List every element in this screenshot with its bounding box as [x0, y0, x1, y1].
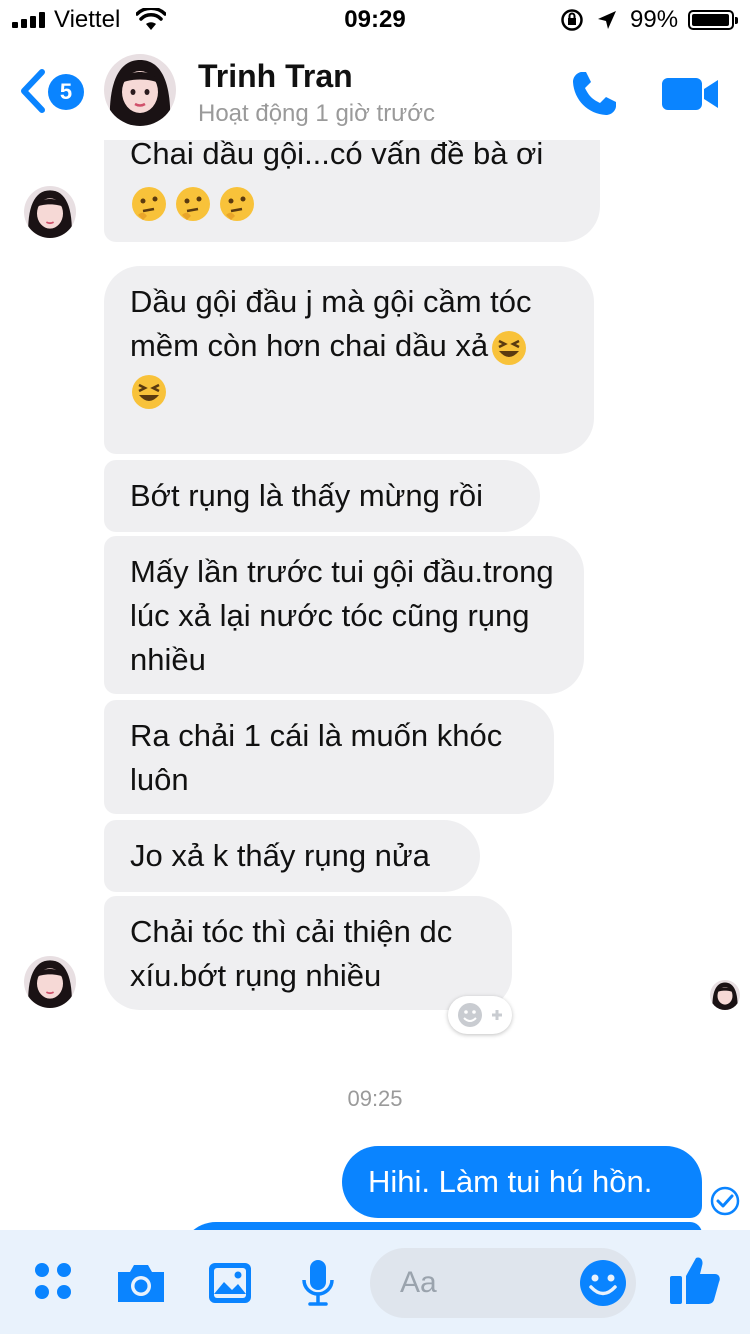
battery-icon: [688, 10, 738, 30]
message-text: Ra chải 1 cái là muốn khóc luôn: [130, 718, 503, 797]
grinning-squint-face-icon: [492, 330, 527, 365]
status-bar: Viettel 09:29 99%: [0, 0, 750, 40]
composer-bar: Aa: [0, 1230, 750, 1334]
incoming-message[interactable]: Jo xả k thấy rụng nửa: [104, 820, 480, 892]
message-text: Chai dầu gội...có vấn đề bà ơi: [130, 140, 544, 171]
activity-status: Hoạt động 1 giờ trước: [198, 100, 435, 127]
thinking-face-icon: [176, 186, 210, 221]
rotation-lock-icon: [561, 9, 583, 31]
thinking-face-icon: [132, 186, 166, 221]
read-receipt-avatar: [710, 980, 740, 1010]
incoming-message[interactable]: Dầu gội đầu j mà gội cầm tóc mềm còn hơn…: [104, 266, 594, 454]
gallery-icon[interactable]: [206, 1260, 254, 1306]
contact-avatar[interactable]: [104, 54, 176, 126]
outgoing-message-partial[interactable]: [180, 1222, 702, 1230]
message-timestamp: 09:25: [347, 1086, 403, 1111]
add-reaction-icon: [458, 1003, 502, 1027]
video-icon: [662, 78, 718, 110]
add-reaction-button[interactable]: [448, 996, 512, 1034]
contact-name: Trinh Tran: [198, 58, 353, 94]
menu-dots-icon[interactable]: [32, 1260, 76, 1304]
message-thread[interactable]: Chai dầu gội...có vấn đề bà ơi Dầu gội đ…: [0, 140, 750, 1230]
conversation-header: 5 Trinh Tran Hoạt động 1 giờ trước: [0, 40, 750, 140]
seen-check-icon: [710, 1186, 740, 1216]
emoji-icon[interactable]: [578, 1258, 628, 1308]
message-input-placeholder: Aa: [400, 1266, 437, 1299]
message-text: Hihi. Làm tui hú hồn.: [368, 1164, 653, 1199]
message-text: Mấy lần trước tui gội đầu.trong lúc xả l…: [130, 554, 554, 677]
back-chevron-icon: [21, 69, 45, 113]
thinking-face-icon: [220, 186, 254, 221]
incoming-message[interactable]: Ra chải 1 cái là muốn khóc luôn: [104, 700, 554, 814]
message-text: Dầu gội đầu j mà gội cầm tóc mềm còn hơn…: [130, 284, 532, 363]
incoming-message[interactable]: Mấy lần trước tui gội đầu.trong lúc xả l…: [104, 536, 584, 694]
unread-count-badge: 5: [48, 74, 84, 110]
outgoing-message[interactable]: Hihi. Làm tui hú hồn.: [342, 1146, 702, 1218]
sender-avatar[interactable]: [24, 956, 76, 1008]
message-text: Bớt rụng là thấy mừng rồi: [130, 478, 483, 513]
incoming-message[interactable]: Chải tóc thì cải thiện dc xíu.bớt rụng n…: [104, 896, 512, 1010]
battery-percent: 99%: [630, 6, 679, 33]
location-icon: [598, 11, 616, 29]
microphone-icon[interactable]: [300, 1258, 336, 1308]
like-icon[interactable]: [668, 1254, 722, 1306]
incoming-message[interactable]: Chai dầu gội...có vấn đề bà ơi: [104, 140, 600, 242]
incoming-message[interactable]: Bớt rụng là thấy mừng rồi: [104, 460, 540, 532]
video-call-button[interactable]: [660, 72, 722, 116]
phone-icon: [573, 72, 616, 115]
message-text: Chải tóc thì cải thiện dc xíu.bớt rụng n…: [130, 914, 453, 993]
call-button[interactable]: [568, 68, 620, 120]
grinning-squint-face-icon: [132, 374, 166, 409]
camera-icon[interactable]: [114, 1260, 168, 1306]
message-text: Jo xả k thấy rụng nửa: [130, 838, 430, 873]
sender-avatar[interactable]: [24, 186, 76, 238]
